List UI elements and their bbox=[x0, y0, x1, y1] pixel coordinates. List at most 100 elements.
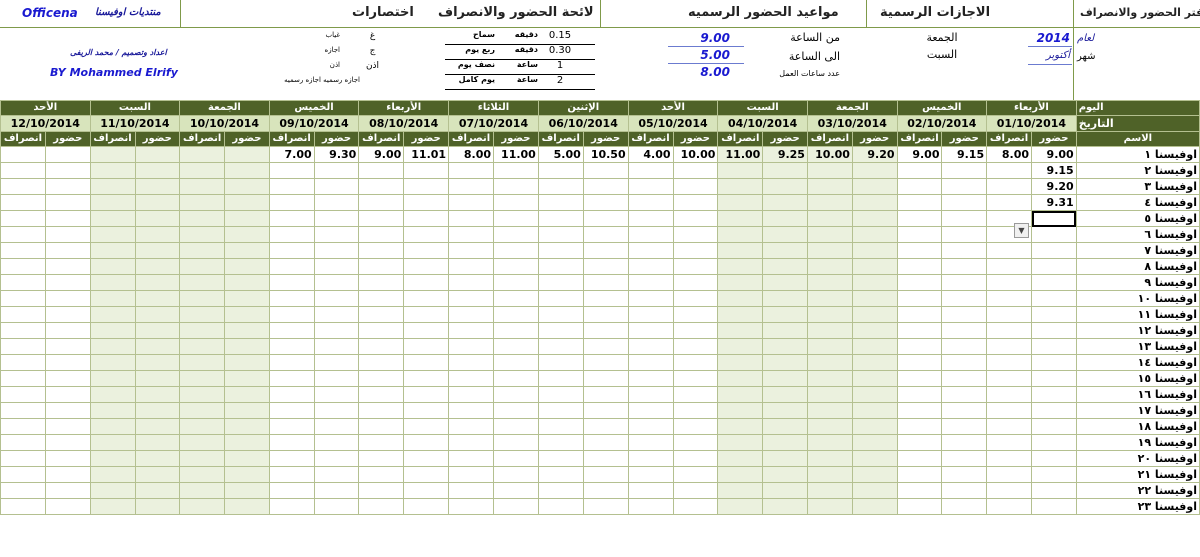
in-cell[interactable] bbox=[134, 418, 181, 435]
in-cell[interactable] bbox=[493, 370, 539, 387]
date-cell[interactable]: 03/10/2014 bbox=[806, 115, 898, 132]
out-cell[interactable] bbox=[268, 306, 315, 323]
out-cell[interactable] bbox=[896, 210, 943, 227]
in-cell[interactable] bbox=[762, 178, 808, 195]
out-cell[interactable] bbox=[0, 498, 46, 515]
in-cell[interactable] bbox=[134, 354, 181, 371]
out-cell[interactable] bbox=[448, 290, 495, 307]
out-cell[interactable]: 9.00 bbox=[358, 146, 405, 163]
in-cell[interactable] bbox=[44, 210, 91, 227]
out-cell[interactable] bbox=[986, 354, 1033, 371]
in-cell[interactable] bbox=[134, 242, 181, 259]
in-cell[interactable] bbox=[493, 498, 539, 515]
out-cell[interactable] bbox=[717, 386, 764, 403]
out-cell[interactable] bbox=[717, 258, 764, 275]
out-cell[interactable] bbox=[179, 162, 226, 179]
in-cell[interactable] bbox=[313, 418, 360, 435]
in-cell[interactable] bbox=[851, 226, 898, 243]
in-cell[interactable] bbox=[403, 434, 450, 451]
in-cell[interactable] bbox=[582, 450, 629, 467]
in-cell[interactable] bbox=[851, 450, 898, 467]
out-cell[interactable] bbox=[896, 274, 943, 291]
in-cell[interactable] bbox=[134, 482, 181, 499]
out-cell[interactable] bbox=[806, 178, 853, 195]
in-cell[interactable] bbox=[851, 210, 898, 227]
out-cell[interactable] bbox=[627, 162, 674, 179]
out-cell[interactable] bbox=[0, 242, 46, 259]
in-cell[interactable] bbox=[44, 482, 91, 499]
in-cell[interactable] bbox=[224, 354, 270, 371]
in-cell[interactable] bbox=[224, 290, 270, 307]
in-cell[interactable] bbox=[672, 194, 719, 211]
out-cell[interactable] bbox=[268, 386, 315, 403]
in-cell[interactable] bbox=[403, 210, 450, 227]
in-cell[interactable] bbox=[941, 338, 988, 355]
out-cell[interactable] bbox=[537, 370, 584, 387]
out-cell[interactable] bbox=[717, 162, 764, 179]
out-cell[interactable] bbox=[0, 210, 46, 227]
in-cell[interactable] bbox=[313, 354, 360, 371]
out-cell[interactable] bbox=[0, 402, 46, 419]
in-cell[interactable] bbox=[582, 386, 629, 403]
employee-name[interactable]: اوفيسنا ١٤ bbox=[1075, 354, 1200, 371]
out-cell[interactable] bbox=[986, 194, 1033, 211]
in-cell[interactable] bbox=[582, 258, 629, 275]
in-cell[interactable] bbox=[672, 210, 719, 227]
in-cell[interactable] bbox=[941, 162, 988, 179]
out-cell[interactable] bbox=[717, 322, 764, 339]
out-cell[interactable] bbox=[448, 194, 495, 211]
in-cell[interactable] bbox=[44, 178, 91, 195]
out-cell[interactable] bbox=[268, 258, 315, 275]
in-cell[interactable] bbox=[313, 194, 360, 211]
out-cell[interactable] bbox=[179, 258, 226, 275]
out-cell[interactable] bbox=[268, 274, 315, 291]
in-cell[interactable] bbox=[313, 290, 360, 307]
out-cell[interactable] bbox=[448, 386, 495, 403]
out-cell[interactable] bbox=[986, 178, 1033, 195]
in-cell[interactable] bbox=[313, 386, 360, 403]
in-cell[interactable] bbox=[941, 466, 988, 483]
in-cell[interactable] bbox=[941, 306, 988, 323]
out-cell[interactable] bbox=[0, 290, 46, 307]
in-cell[interactable] bbox=[134, 338, 181, 355]
in-cell[interactable] bbox=[313, 338, 360, 355]
out-cell[interactable] bbox=[806, 498, 853, 515]
out-cell[interactable] bbox=[627, 194, 674, 211]
out-cell[interactable] bbox=[89, 434, 136, 451]
in-cell[interactable] bbox=[403, 194, 450, 211]
out-cell[interactable] bbox=[537, 290, 584, 307]
in-cell[interactable] bbox=[403, 226, 450, 243]
employee-name[interactable]: اوفيسنا ٢ bbox=[1075, 162, 1200, 179]
in-cell[interactable] bbox=[44, 402, 91, 419]
employee-name[interactable]: اوفيسنا ٣ bbox=[1075, 178, 1200, 195]
out-cell[interactable] bbox=[627, 402, 674, 419]
in-cell[interactable] bbox=[313, 370, 360, 387]
out-cell[interactable] bbox=[448, 322, 495, 339]
in-cell[interactable] bbox=[134, 450, 181, 467]
out-cell[interactable] bbox=[268, 178, 315, 195]
employee-name[interactable]: اوفيسنا ٢٠ bbox=[1075, 450, 1200, 467]
out-cell[interactable] bbox=[896, 434, 943, 451]
in-cell[interactable]: 10.00 bbox=[672, 146, 719, 163]
in-cell[interactable] bbox=[493, 418, 539, 435]
in-cell[interactable] bbox=[1031, 386, 1077, 403]
in-cell[interactable] bbox=[1031, 242, 1077, 259]
date-cell[interactable]: 06/10/2014 bbox=[537, 115, 629, 132]
out-cell[interactable] bbox=[0, 306, 46, 323]
in-cell[interactable] bbox=[493, 306, 539, 323]
out-cell[interactable] bbox=[627, 258, 674, 275]
in-cell[interactable] bbox=[313, 210, 360, 227]
out-cell[interactable] bbox=[89, 242, 136, 259]
out-cell[interactable] bbox=[537, 434, 584, 451]
out-cell[interactable] bbox=[89, 466, 136, 483]
out-cell[interactable] bbox=[268, 290, 315, 307]
in-cell[interactable] bbox=[44, 274, 91, 291]
in-cell[interactable]: 9.25 bbox=[762, 146, 808, 163]
out-cell[interactable] bbox=[806, 290, 853, 307]
in-cell[interactable]: 11.01 bbox=[403, 146, 450, 163]
in-cell[interactable] bbox=[313, 258, 360, 275]
out-cell[interactable] bbox=[717, 338, 764, 355]
in-cell[interactable] bbox=[224, 338, 270, 355]
out-cell[interactable] bbox=[0, 146, 46, 163]
out-cell[interactable] bbox=[986, 242, 1033, 259]
